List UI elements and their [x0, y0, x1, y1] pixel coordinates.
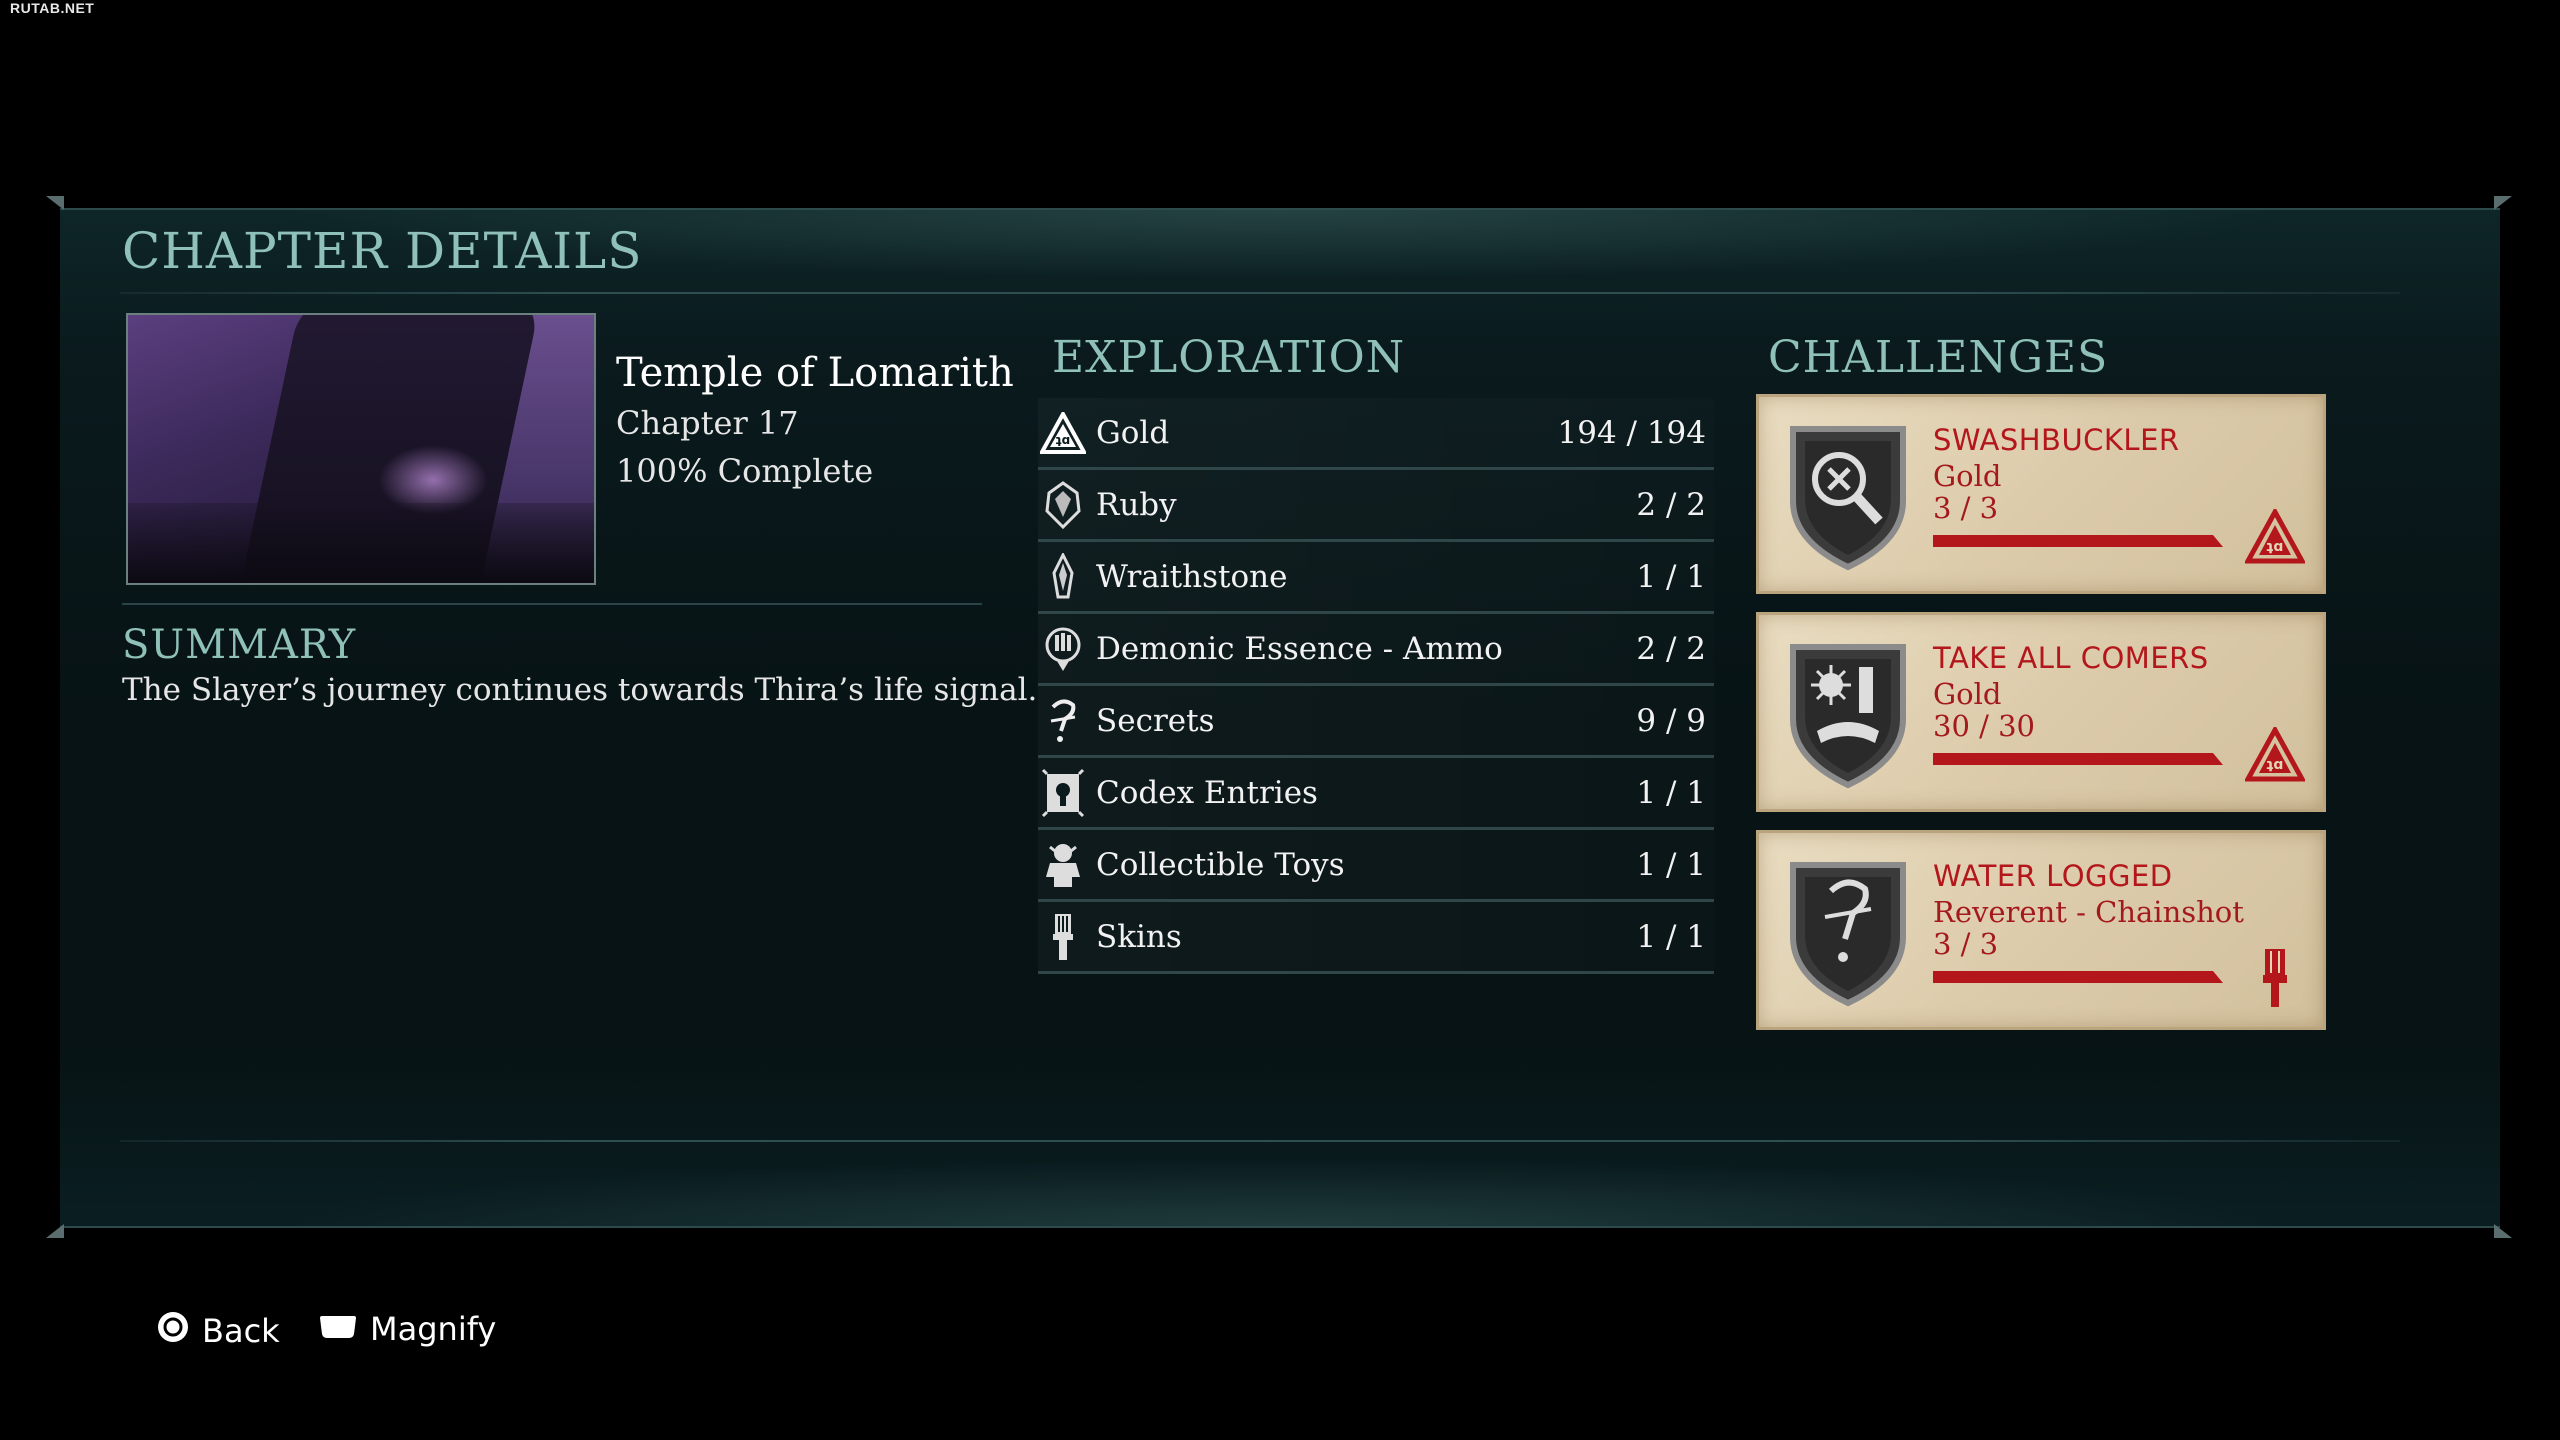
challenges-heading: CHALLENGES [1768, 332, 2109, 383]
challenge-progress: 30 / 30 [1933, 709, 2036, 743]
magnify-button[interactable]: Magnify [318, 1310, 496, 1348]
exploration-count: 9 / 9 [1636, 702, 1706, 739]
back-label: Back [202, 1312, 280, 1350]
exploration-heading: EXPLORATION [1052, 332, 1406, 383]
gold-icon: ʇɑ [2243, 724, 2307, 787]
panel-corner [2494, 196, 2512, 210]
exploration-label: Demonic Essence - Ammo [1096, 630, 1503, 667]
exploration-label: Secrets [1096, 702, 1215, 739]
secrets-icon [1038, 696, 1088, 746]
circle-button-icon [156, 1310, 190, 1352]
panel-top-divider [120, 292, 2400, 294]
exploration-count: 1 / 1 [1636, 846, 1706, 883]
challenge-progress-bar [1933, 753, 2223, 765]
challenge-card-water-logged[interactable]: WATER LOGGED Reverent - Chainshot 3 / 3 [1756, 830, 2326, 1030]
page-title: CHAPTER DETAILS [122, 222, 643, 280]
challenge-progress: 3 / 3 [1933, 927, 1999, 961]
ruby-icon [1038, 480, 1088, 530]
exploration-label: Codex Entries [1096, 774, 1318, 811]
exploration-row-codex[interactable]: Codex Entries 1 / 1 [1038, 758, 1714, 830]
magnify-label: Magnify [370, 1310, 497, 1348]
summary-divider [122, 603, 982, 605]
exploration-label: Collectible Toys [1096, 846, 1345, 883]
challenge-shield-icon [1783, 857, 1913, 1007]
exploration-row-secrets[interactable]: Secrets 9 / 9 [1038, 686, 1714, 758]
exploration-label: Ruby [1096, 486, 1177, 523]
exploration-count: 2 / 2 [1636, 486, 1706, 523]
challenge-progress-bar [1933, 971, 2223, 983]
panel-corner [46, 1224, 64, 1238]
level-chapter: Chapter 17 [616, 404, 799, 442]
touchpad-icon [318, 1310, 358, 1348]
svg-text:ʇɑ: ʇɑ [2267, 757, 2284, 773]
challenge-progress-bar [1933, 535, 2223, 547]
exploration-count: 1 / 1 [1636, 558, 1706, 595]
gold-icon: ʇɑ [1038, 408, 1088, 458]
exploration-row-toys[interactable]: Collectible Toys 1 / 1 [1038, 830, 1714, 902]
challenge-reward: Reverent - Chainshot [1933, 895, 2244, 929]
exploration-list: ʇɑ Gold 194 / 194 Ruby 2 / 2 Wraithstone… [1038, 398, 1714, 974]
demonic-essence-icon [1038, 624, 1088, 674]
exploration-row-wraithstone[interactable]: Wraithstone 1 / 1 [1038, 542, 1714, 614]
exploration-count: 1 / 1 [1636, 918, 1706, 955]
back-button[interactable]: Back [156, 1310, 280, 1352]
summary-heading: SUMMARY [122, 622, 357, 668]
svg-text:ʇɑ: ʇɑ [1056, 433, 1070, 447]
panel-bottom-divider [120, 1140, 2400, 1142]
chapter-details-screen: RUTAB.NET CHAPTER DETAILS Temple of Loma… [0, 0, 2560, 1440]
exploration-row-skins[interactable]: Skins 1 / 1 [1038, 902, 1714, 974]
wraithstone-icon [1038, 552, 1088, 602]
challenge-reward: Gold [1933, 459, 2002, 493]
challenge-reward: Gold [1933, 677, 2002, 711]
challenge-shield-icon [1783, 639, 1913, 789]
paintbrush-icon [2245, 945, 2305, 1007]
challenge-title: TAKE ALL COMERS [1933, 641, 2209, 675]
exploration-row-gold[interactable]: ʇɑ Gold 194 / 194 [1038, 398, 1714, 470]
skins-icon [1038, 912, 1088, 962]
exploration-row-ruby[interactable]: Ruby 2 / 2 [1038, 470, 1714, 542]
exploration-label: Skins [1096, 918, 1182, 955]
challenge-progress: 3 / 3 [1933, 491, 1999, 525]
gold-icon: ʇɑ [2243, 506, 2307, 569]
exploration-count: 194 / 194 [1557, 414, 1707, 451]
toy-icon [1038, 840, 1088, 890]
exploration-label: Gold [1096, 414, 1170, 451]
challenge-title: SWASHBUCKLER [1933, 423, 2180, 457]
level-completion: 100% Complete [616, 452, 874, 490]
panel-corner [46, 196, 64, 210]
summary-text: The Slayer’s journey continues towards T… [122, 672, 1038, 708]
exploration-row-demonic-essence[interactable]: Demonic Essence - Ammo 2 / 2 [1038, 614, 1714, 686]
exploration-count: 1 / 1 [1636, 774, 1706, 811]
challenge-card-swashbuckler[interactable]: SWASHBUCKLER Gold 3 / 3 ʇɑ [1756, 394, 2326, 594]
challenge-shield-icon [1783, 421, 1913, 571]
codex-icon [1038, 768, 1088, 818]
exploration-count: 2 / 2 [1636, 630, 1706, 667]
challenge-title: WATER LOGGED [1933, 859, 2173, 893]
svg-text:ʇɑ: ʇɑ [2267, 539, 2284, 555]
panel-corner [2494, 1224, 2512, 1238]
challenge-card-take-all-comers[interactable]: TAKE ALL COMERS Gold 30 / 30 ʇɑ [1756, 612, 2326, 812]
watermark: RUTAB.NET [10, 0, 95, 16]
level-thumbnail [126, 313, 596, 585]
exploration-label: Wraithstone [1096, 558, 1288, 595]
level-name: Temple of Lomarith [616, 350, 1014, 396]
